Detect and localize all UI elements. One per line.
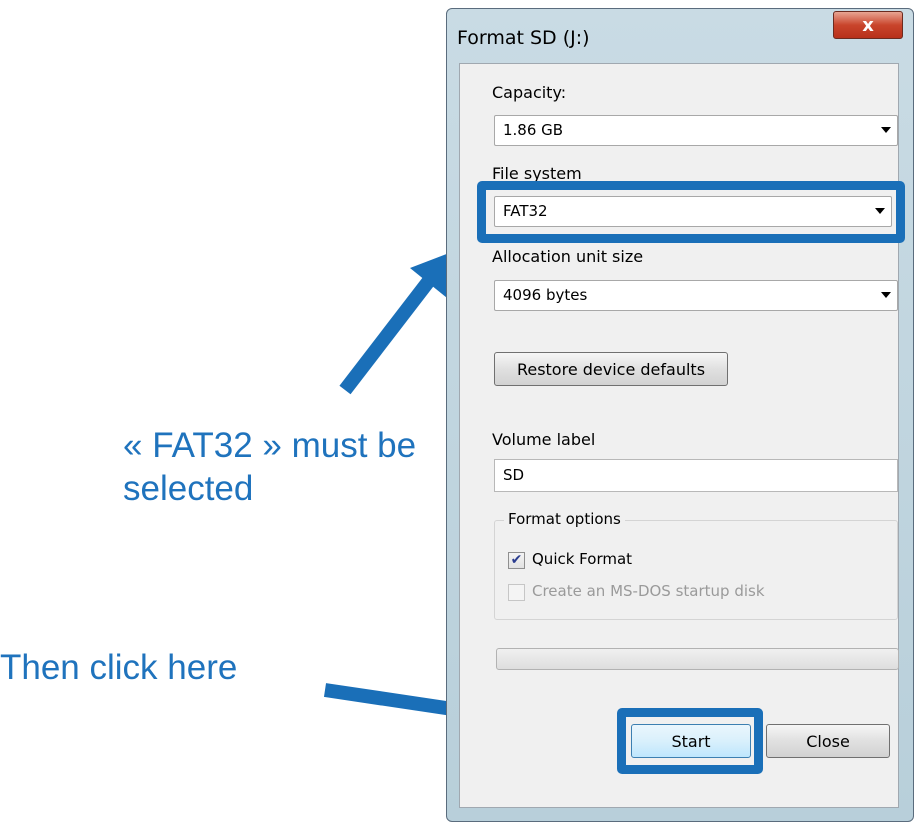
volume-label-label: Volume label bbox=[492, 430, 596, 449]
msdos-startup-checkbox[interactable] bbox=[508, 584, 525, 601]
close-button[interactable]: Close bbox=[766, 724, 890, 758]
arrow-to-file-system bbox=[339, 277, 434, 395]
capacity-label: Capacity: bbox=[492, 83, 567, 102]
start-button-highlight bbox=[617, 708, 763, 774]
allocation-value: 4096 bytes bbox=[503, 286, 588, 304]
format-options-legend: Format options bbox=[504, 510, 625, 528]
close-icon: x bbox=[862, 14, 874, 36]
msdos-startup-label: Create an MS-DOS startup disk bbox=[532, 582, 765, 600]
window-close-button[interactable]: x bbox=[833, 11, 903, 39]
allocation-label: Allocation unit size bbox=[492, 247, 644, 266]
chevron-down-icon bbox=[881, 127, 891, 133]
capacity-select[interactable]: 1.86 GB bbox=[494, 115, 898, 146]
file-system-highlight bbox=[477, 181, 905, 243]
allocation-select[interactable]: 4096 bytes bbox=[494, 280, 898, 311]
window-title: Format SD (J:) bbox=[457, 27, 590, 49]
capacity-value: 1.86 GB bbox=[503, 121, 564, 139]
quick-format-label: Quick Format bbox=[532, 550, 633, 568]
restore-defaults-button[interactable]: Restore device defaults bbox=[494, 352, 728, 386]
quick-format-checkbox[interactable]: ✔ bbox=[508, 552, 525, 569]
checkmark-icon: ✔ bbox=[510, 552, 523, 568]
format-progress-bar bbox=[496, 648, 899, 670]
chevron-down-icon bbox=[881, 292, 891, 298]
format-options-group bbox=[494, 520, 898, 620]
volume-label-input[interactable]: SD bbox=[494, 459, 898, 492]
